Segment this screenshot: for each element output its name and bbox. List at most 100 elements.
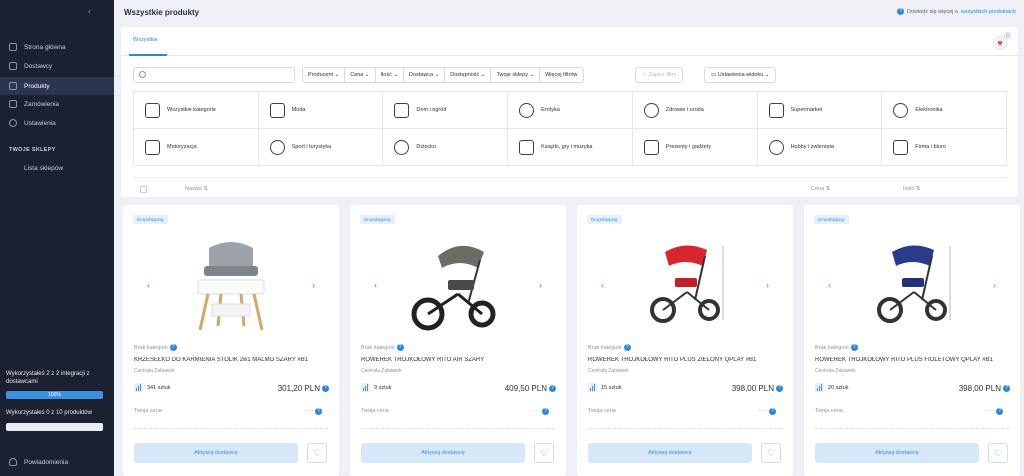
save-filters-button[interactable]: ☆ Zapisz filtry	[635, 67, 684, 83]
heart-outline-icon: ♡	[312, 448, 322, 458]
category-child[interactable]: Dziecko	[383, 129, 509, 166]
category-supermarket[interactable]: Supermarket	[757, 92, 883, 129]
hat-icon	[269, 102, 285, 118]
category-hobby-animals[interactable]: Hobby i zwierzęta	[757, 129, 883, 166]
product-stock: 15 sztuk	[601, 384, 622, 391]
category-all[interactable]: Wszystkie kategorie	[134, 92, 259, 129]
help-icon[interactable]: ?	[542, 408, 549, 415]
product-supplier: Centrala Zabawek	[134, 368, 175, 374]
suppliers-icon	[9, 62, 17, 70]
product-card: Dropshipping ‹ › Brak kategorii? ROWEREK…	[350, 205, 566, 476]
sort-price[interactable]: Cena ⇅	[811, 186, 830, 192]
help-icon[interactable]: ?	[169, 344, 177, 351]
product-title[interactable]: ROWEREK TRÓJKOŁOWY RITO PLUS ZIELONY QPL…	[588, 357, 786, 363]
activate-supplier-button[interactable]: Aktywuj dostawcę	[588, 443, 752, 463]
help-icon[interactable]: ?	[315, 408, 322, 415]
topbar: Wszystkie produkty	[114, 0, 1024, 24]
category-automotive[interactable]: Motoryzacja	[134, 129, 259, 166]
prev-image-arrow[interactable]: ‹	[828, 280, 831, 290]
add-to-favorites-button[interactable]: ♡	[534, 443, 554, 463]
help-icon[interactable]: ?	[396, 344, 404, 351]
product-usage-bar	[6, 423, 103, 431]
add-to-favorites-button[interactable]: ♡	[988, 443, 1008, 463]
prev-image-arrow[interactable]: ‹	[374, 280, 377, 290]
filter-quantity[interactable]: Ilość ⌄	[376, 68, 404, 82]
dropshipping-badge: Dropshipping	[814, 215, 849, 224]
sidebar-item-suppliers[interactable]: Dostawcy	[0, 57, 114, 75]
collapse-sidebar-icon[interactable]: ‹	[88, 6, 91, 16]
product-title[interactable]: ROWEREK TRÓJKOŁOWY RITO PLUS FIOLETOWY Q…	[815, 357, 1013, 363]
product-stock: 20 sztuk	[828, 384, 849, 391]
category-books-games-music[interactable]: Książki, gry i muzyka	[508, 129, 633, 166]
category-home-garden[interactable]: Dom i ogród	[383, 92, 509, 129]
category-erotica[interactable]: Erotyka	[508, 92, 633, 129]
sort-quantity[interactable]: Ilość ⇅	[903, 186, 920, 192]
filter-more[interactable]: Więcej filtrów	[540, 68, 582, 82]
product-price: 398,00 PLN	[958, 384, 1001, 393]
filter-panel: Wszystkie ♥ 0 Producent ⌄ Cena ⌄ Ilość ⌄…	[121, 27, 1018, 197]
sidebar-item-products[interactable]: Produkty	[0, 77, 114, 95]
sidebar-item-orders[interactable]: Zamówienia	[0, 95, 114, 113]
next-image-arrow[interactable]: ›	[312, 280, 315, 290]
select-all-checkbox[interactable]	[140, 186, 147, 193]
heart-outline-icon: ♡	[766, 448, 776, 458]
prev-image-arrow[interactable]: ‹	[601, 280, 604, 290]
help-icon[interactable]: ?	[769, 408, 776, 415]
sidebar-item-shop-list[interactable]: Lista sklepów	[0, 159, 114, 177]
heart-outline-icon: ♡	[539, 448, 549, 458]
help-icon[interactable]: ?	[996, 408, 1003, 415]
category-health-beauty[interactable]: Zdrowie i uroda	[632, 92, 758, 129]
category-electronics[interactable]: Elektronika	[882, 92, 1007, 129]
orders-icon	[9, 100, 17, 108]
product-title[interactable]: ROWEREK TRÓJKOŁOWY RITO AIR SZARY	[361, 357, 559, 363]
product-image[interactable]	[615, 230, 755, 338]
filter-availability[interactable]: Dostępność ⌄	[445, 68, 492, 82]
next-image-arrow[interactable]: ›	[539, 280, 542, 290]
activate-supplier-button[interactable]: Aktywuj dostawcę	[361, 443, 525, 463]
product-title[interactable]: KRZESEŁKO DO KARMIENIA STOLIK 2w1 MALMO …	[134, 357, 332, 363]
search-input[interactable]	[133, 67, 295, 83]
activate-supplier-button[interactable]: Aktywuj dostawcę	[134, 443, 298, 463]
sidebar-item-label: Produkty	[24, 82, 50, 90]
filter-supplier[interactable]: Dostawca ⌄	[404, 68, 446, 82]
help-icon[interactable]: ?	[322, 385, 329, 392]
filter-price[interactable]: Cena ⌄	[345, 68, 376, 82]
music-note-icon	[519, 139, 535, 155]
category-fashion[interactable]: Moda	[258, 92, 384, 129]
view-settings-button[interactable]: ▭ Ustawienia widoku ⌄	[704, 67, 777, 83]
plant-icon	[394, 102, 410, 118]
product-image[interactable]	[388, 230, 528, 338]
category-sport-tourism[interactable]: Sport i turystyka	[258, 129, 384, 166]
help-icon[interactable]: ?	[850, 344, 858, 351]
help-icon: ?	[896, 8, 904, 15]
help-icon[interactable]: ?	[1003, 385, 1010, 392]
product-image[interactable]	[842, 230, 982, 338]
home-icon	[9, 43, 17, 51]
sidebar-item-home[interactable]: Strona główna	[0, 38, 114, 56]
sidebar-item-settings[interactable]: Ustawienia	[0, 114, 114, 132]
filter-your-shops[interactable]: Twoje sklepy ⌄	[491, 68, 541, 82]
favorites-button[interactable]: ♥ 0	[992, 32, 1011, 51]
help-icon[interactable]: ?	[623, 344, 631, 351]
category-gifts-gadgets[interactable]: Prezenty i gadżety	[632, 129, 758, 166]
bicycle-icon	[269, 139, 285, 155]
help-icon[interactable]: ?	[549, 385, 556, 392]
category-business-office[interactable]: Firma i biuro	[882, 129, 1007, 166]
help-link[interactable]: wszystkich produktach	[961, 9, 1016, 15]
prev-image-arrow[interactable]: ‹	[147, 280, 150, 290]
category-grid: Wszystkie kategorie Moda Dom i ogród Ero…	[133, 91, 1007, 166]
tab-all[interactable]: Wszystkie	[133, 37, 158, 43]
activate-supplier-button[interactable]: Aktywuj dostawcę	[815, 443, 979, 463]
next-image-arrow[interactable]: ›	[993, 280, 996, 290]
add-to-favorites-button[interactable]: ♡	[761, 443, 781, 463]
add-to-favorites-button[interactable]: ♡	[307, 443, 327, 463]
sort-name[interactable]: Nazwa ⇅	[185, 186, 208, 192]
section-title-shops: TWOJE SKLEPY	[9, 147, 56, 153]
sidebar-item-notifications[interactable]: Powiadomienia	[0, 453, 114, 471]
product-category: Brak kategorii	[815, 344, 849, 351]
help-icon[interactable]: ?	[776, 385, 783, 392]
next-image-arrow[interactable]: ›	[766, 280, 769, 290]
filter-producer[interactable]: Producent ⌄	[303, 68, 346, 82]
product-image[interactable]	[161, 230, 301, 338]
integration-usage-fill: 100%	[6, 391, 103, 399]
